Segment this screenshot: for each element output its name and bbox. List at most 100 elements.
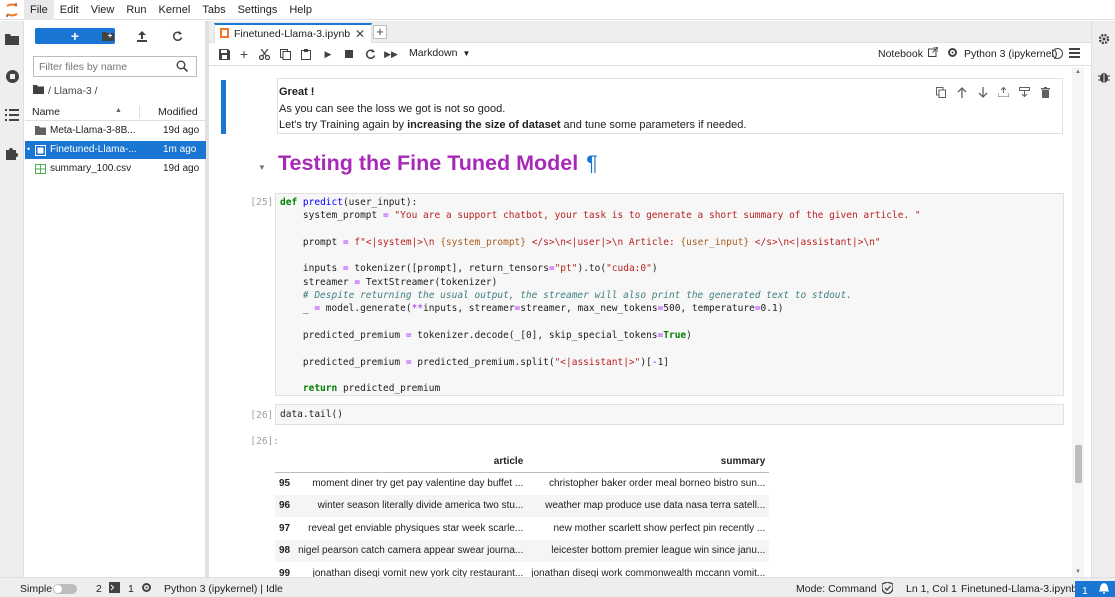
duplicate-cell-icon[interactable] (930, 85, 951, 99)
menu-file[interactable]: File (24, 0, 54, 20)
kernel-count[interactable]: 1 (128, 583, 134, 595)
cut-icon[interactable] (257, 47, 271, 61)
table-cell: reveal get enviable physiques star week … (308, 522, 524, 534)
upload-icon[interactable] (133, 28, 151, 44)
tab-notebook[interactable]: Finetuned-Llama-3.ipynb ✕ (214, 23, 372, 43)
notebook-icon (35, 145, 46, 156)
right-sidebar (1091, 21, 1115, 577)
simple-mode-toggle[interactable] (53, 584, 77, 594)
section-heading: Testing the Fine Tuned Model ¶ (278, 151, 598, 176)
menu-edit[interactable]: Edit (54, 0, 85, 20)
search-icon (176, 60, 189, 75)
stop-icon[interactable] (342, 47, 356, 61)
terminal-icon[interactable] (109, 582, 120, 596)
kernel-gear-icon[interactable] (141, 582, 152, 596)
breadcrumb[interactable]: / Llama-3 / (33, 84, 98, 98)
tab-title: Finetuned-Llama-3.ipynb (234, 28, 351, 40)
menu-settings[interactable]: Settings (232, 0, 284, 20)
debugger-bug-icon[interactable] (1097, 70, 1111, 84)
restart-icon[interactable] (363, 47, 377, 61)
markdown-cell-body[interactable]: Great ! As you can see the loss we got i… (277, 78, 1063, 134)
vertical-scrollbar[interactable]: ▲ ▼ (1072, 67, 1084, 577)
kernel-selector[interactable]: Python 3 (ipykernel) (947, 47, 1057, 61)
extension-icon[interactable] (3, 144, 21, 162)
menu-run[interactable]: Run (120, 0, 152, 20)
folder-icon (33, 85, 44, 97)
column-name[interactable]: Name (32, 106, 60, 118)
file-list-header: Name ▲ Modified (25, 104, 206, 121)
fast-forward-icon[interactable]: ▶▶ (384, 47, 398, 61)
heading-anchor-link[interactable]: ¶ (586, 151, 598, 175)
file-browser-toolbar: + (25, 21, 206, 51)
open-notebook-button[interactable]: Notebook (878, 46, 939, 60)
breadcrumb-path[interactable]: / Llama-3 / (48, 85, 98, 97)
sort-ascending-icon[interactable]: ▲ (115, 107, 122, 114)
move-down-icon[interactable] (972, 85, 993, 99)
main-area: Finetuned-Llama-3.ipynb ✕ + + ▶ ▶▶ Markd… (209, 21, 1091, 577)
cell-type-select[interactable]: Markdown ▼ (409, 47, 470, 59)
file-row[interactable]: Meta-Llama-3-8B... 19d ago (25, 122, 206, 140)
cursor-position[interactable]: Ln 1, Col 1 (906, 583, 957, 595)
table-header: article (294, 452, 528, 473)
gear-icon (947, 47, 958, 61)
folder-icon[interactable] (3, 30, 21, 48)
paste-icon[interactable] (299, 47, 313, 61)
menu-tabs[interactable]: Tabs (196, 0, 231, 20)
code-cell-editor[interactable]: def predict(user_input): system_prompt =… (275, 193, 1064, 396)
notification-badge[interactable]: 1 (1075, 581, 1115, 597)
scrollbar-thumb[interactable] (1075, 445, 1082, 483)
insert-above-icon[interactable] (993, 85, 1014, 99)
hamburger-menu-icon[interactable] (1069, 48, 1080, 61)
file-row[interactable]: • Finetuned-Llama-... 1m ago (25, 141, 206, 159)
markdown-cell[interactable]: Great ! As you can see the loss we got i… (221, 78, 1063, 134)
kernel-idle-indicator-icon (1052, 48, 1063, 59)
file-name: Finetuned-Llama-... (50, 144, 137, 155)
running-dot-icon: • (27, 144, 31, 154)
menu-view[interactable]: View (85, 0, 121, 20)
kernel-name: Python 3 (ipykernel) (964, 48, 1058, 60)
heading-text: Testing the Fine Tuned Model (278, 151, 579, 175)
table-cell: jonathan disegi work commonwealth mccann… (531, 567, 766, 577)
left-sidebar (0, 21, 24, 577)
insert-below-icon[interactable] (1014, 85, 1035, 99)
menu-kernel[interactable]: Kernel (153, 0, 197, 20)
notebook-icon (220, 27, 229, 41)
column-modified[interactable]: Modified (139, 106, 198, 118)
property-inspector-gear-icon[interactable] (1097, 32, 1111, 46)
table-cell: nigel pearson catch camera appear swear … (294, 539, 528, 562)
table-header: summary (527, 452, 770, 473)
run-icon[interactable]: ▶ (321, 47, 335, 61)
terminal-count[interactable]: 2 (96, 583, 102, 595)
new-tab-button[interactable]: + (373, 25, 387, 39)
copy-icon[interactable] (278, 47, 292, 61)
kernel-status-text[interactable]: Python 3 (ipykernel) | Idle (164, 583, 283, 595)
running-icon[interactable] (3, 67, 21, 85)
new-folder-icon[interactable] (99, 28, 117, 44)
file-row[interactable]: summary_100.csv 19d ago (25, 160, 206, 178)
refresh-icon[interactable] (168, 28, 186, 44)
filter-files-input-box[interactable] (33, 56, 197, 77)
row-index: 97 (279, 522, 291, 534)
menu-help[interactable]: Help (283, 0, 318, 20)
scroll-up-icon[interactable]: ▲ (1075, 69, 1081, 75)
file-browser: + / Llama-3 / Name ▲ Modified Meta-Llama… (25, 21, 206, 577)
command-mode-text: Mode: Command (796, 583, 877, 595)
save-icon[interactable] (217, 47, 231, 61)
cell-collapser[interactable] (221, 80, 226, 134)
filter-files-input[interactable] (34, 60, 174, 73)
security-shield-icon[interactable] (881, 581, 894, 597)
menu-bar: File Edit View Run Kernel Tabs Settings … (0, 0, 1115, 20)
chevron-down-icon: ▼ (462, 48, 471, 58)
table-of-contents-icon[interactable] (3, 106, 21, 124)
collapse-heading-icon[interactable]: ▼ (258, 163, 266, 172)
row-index: 98 (275, 539, 295, 562)
code-cell-editor[interactable]: data.tail() (275, 404, 1064, 425)
close-icon[interactable]: ✕ (355, 27, 365, 41)
cell-prompt: [25]: (250, 197, 279, 208)
delete-cell-icon[interactable] (1035, 85, 1056, 99)
status-filename: Finetuned-Llama-3.ipynb (961, 583, 1078, 595)
move-up-icon[interactable] (951, 85, 972, 99)
insert-cell-icon[interactable]: + (237, 46, 251, 62)
row-index: 96 (275, 494, 295, 517)
scroll-down-icon[interactable]: ▼ (1075, 569, 1081, 575)
